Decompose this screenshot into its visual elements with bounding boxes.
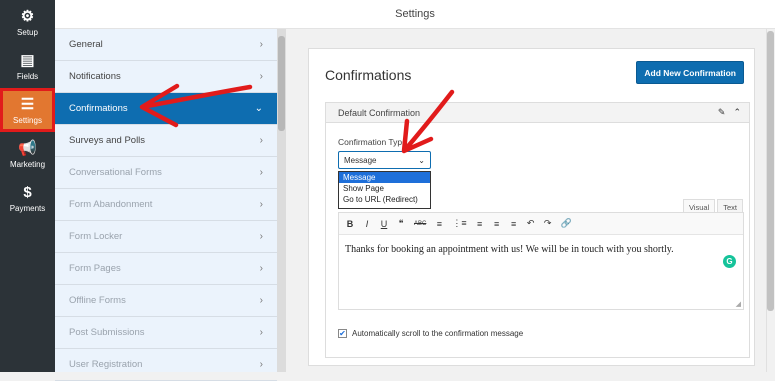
panel-item-form-pages[interactable]: Form Pages › [55,253,277,285]
chevron-right-icon: › [259,359,263,370]
left-navigation: ⚙ Setup ▤ Fields ☰ Settings 📢 Marketing … [0,0,55,372]
chevron-right-icon: › [259,199,263,210]
confirmation-type-select[interactable]: Message ⌄ [338,151,431,169]
nav-setup-label: Setup [17,27,38,37]
panel-item-form-abandonment[interactable]: Form Abandonment › [55,189,277,221]
chevron-right-icon: › [259,231,263,242]
confirmation-type-label: Confirmation Type [338,137,407,147]
redo-icon[interactable]: ↷ [544,218,552,229]
chevron-right-icon: › [259,135,263,146]
select-value: Message [344,155,377,165]
chevron-right-icon: › [259,263,263,274]
panel-item-form-locker[interactable]: Form Locker › [55,221,277,253]
auto-scroll-label: Automatically scroll to the confirmation… [352,329,524,338]
confirmation-tools: ✎ ⌃ [718,107,741,118]
sliders-icon: ☰ [20,96,35,113]
bold-icon[interactable]: B [346,219,354,229]
panel-scrollbar-thumb[interactable] [278,36,285,131]
section-title: Confirmations [325,67,412,83]
panel-item-post-submissions[interactable]: Post Submissions › [55,317,277,349]
main-content: Confirmations Add New Confirmation Defau… [286,29,766,372]
dropdown-option-show-page[interactable]: Show Page [339,183,430,194]
nav-settings[interactable]: ☰ Settings [0,88,55,132]
chevron-down-icon: ⌄ [254,103,263,114]
resize-handle-icon[interactable]: ◢ [736,300,741,308]
settings-panel: General › Notifications › Confirmations ⌄ S… [55,29,277,381]
chevron-right-icon: › [259,39,263,50]
panel-item-label: Surveys and Polls [69,135,146,146]
nav-fields[interactable]: ▤ Fields [0,44,55,88]
panel-item-label: Notifications [69,71,121,82]
panel-item-general[interactable]: General › [55,29,277,61]
chevron-right-icon: › [259,327,263,338]
panel-item-label: General [69,39,103,50]
auto-scroll-checkbox[interactable]: ✔ [338,329,347,338]
page-scrollbar-thumb[interactable] [767,31,774,311]
panel-item-label: Offline Forms [69,295,126,306]
bullet-list-icon[interactable]: ≡ [435,219,443,229]
undo-icon[interactable]: ↶ [527,218,535,229]
strikethrough-icon[interactable]: ABC [414,221,426,227]
chevron-right-icon: › [259,167,263,178]
editor-content[interactable]: Thanks for booking an appointment with u… [339,235,743,264]
confirmations-card: Confirmations Add New Confirmation Defau… [308,48,755,366]
align-center-icon[interactable]: ≡ [493,219,501,229]
chevron-right-icon: › [259,295,263,306]
chevron-up-icon[interactable]: ⌃ [733,107,741,118]
panel-item-surveys-and-polls[interactable]: Surveys and Polls › [55,125,277,157]
message-editor[interactable]: B I U ❝ ABC ≡ ⋮≡ ≡ ≡ ≡ ↶ ↷ 🔗 Thanks for … [338,212,744,310]
confirmation-header: Default Confirmation ✎ ⌃ [326,103,749,123]
panel-item-label: Conversational Forms [69,167,162,178]
panel-item-label: Form Locker [69,231,123,242]
align-right-icon[interactable]: ≡ [510,219,518,229]
gear-icon: ⚙ [20,8,35,25]
fields-icon: ▤ [20,52,35,69]
panel-item-offline-forms[interactable]: Offline Forms › [55,285,277,317]
panel-item-label: Post Submissions [69,327,145,338]
auto-scroll-option: ✔ Automatically scroll to the confirmati… [338,329,523,338]
link-icon[interactable]: 🔗 [561,218,572,229]
page-title: Settings [395,8,435,20]
nav-payments[interactable]: $ Payments [0,176,55,220]
default-confirmation-box: Default Confirmation ✎ ⌃ Confirmation Ty… [325,102,750,358]
blockquote-icon[interactable]: ❝ [397,218,405,229]
nav-payments-label: Payments [9,203,46,213]
nav-settings-label: Settings [13,115,42,125]
dropdown-option-message[interactable]: Message [339,172,430,183]
add-new-confirmation-button[interactable]: Add New Confirmation [636,61,744,84]
panel-item-confirmations[interactable]: Confirmations ⌄ [55,93,277,125]
italic-icon[interactable]: I [363,219,371,229]
grammarly-icon[interactable]: G [723,255,736,268]
panel-item-label: Confirmations [69,103,128,114]
nav-marketing-label: Marketing [9,159,46,169]
megaphone-icon: 📢 [18,140,37,157]
panel-item-notifications[interactable]: Notifications › [55,61,277,93]
chevron-down-icon: ⌄ [418,155,425,165]
panel-item-label: User Registration [69,359,143,370]
underline-icon[interactable]: U [380,219,388,229]
confirmation-name: Default Confirmation [338,107,421,118]
top-bar: Settings [55,0,775,29]
align-left-icon[interactable]: ≡ [476,219,484,229]
numbered-list-icon[interactable]: ⋮≡ [452,218,466,229]
chevron-right-icon: › [259,71,263,82]
dropdown-option-go-to-url[interactable]: Go to URL (Redirect) [339,194,430,205]
panel-item-conversational-forms[interactable]: Conversational Forms › [55,157,277,189]
panel-item-user-registration[interactable]: User Registration › [55,349,277,381]
confirmation-type-dropdown: Message Show Page Go to URL (Redirect) [338,171,431,209]
pencil-icon[interactable]: ✎ [718,107,726,118]
dollar-icon: $ [23,184,32,201]
nav-marketing[interactable]: 📢 Marketing [0,132,55,176]
panel-item-label: Form Abandonment [69,199,153,210]
nav-fields-label: Fields [16,71,39,81]
nav-setup[interactable]: ⚙ Setup [0,0,55,44]
panel-item-label: Form Pages [69,263,121,274]
editor-toolbar: B I U ❝ ABC ≡ ⋮≡ ≡ ≡ ≡ ↶ ↷ 🔗 [339,213,743,235]
